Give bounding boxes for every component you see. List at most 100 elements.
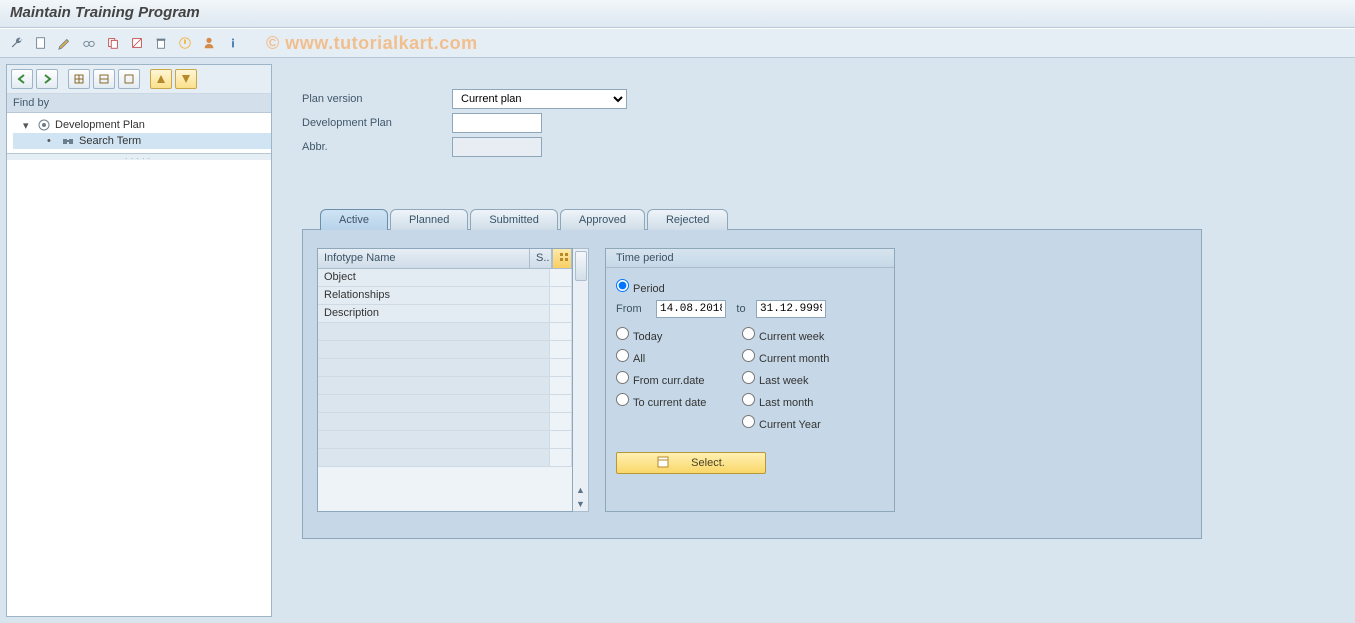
grid-cell-s (550, 341, 572, 359)
plan-node-icon (37, 118, 51, 132)
development-plan-input[interactable] (452, 113, 542, 133)
tab-approved[interactable]: Approved (560, 209, 645, 230)
grid-row[interactable] (318, 377, 572, 395)
tabstrip: Active Planned Submitted Approved Reject… (302, 208, 1202, 229)
grid-cell-s (550, 395, 572, 413)
grid-row[interactable] (318, 431, 572, 449)
grid-header-status[interactable]: S.. (530, 249, 552, 269)
tree-child-label: Search Term (79, 135, 141, 147)
wrench-icon[interactable] (6, 32, 28, 54)
radio-label: Last month (759, 397, 813, 409)
grid-row[interactable] (318, 359, 572, 377)
select-button-label: Select. (691, 457, 725, 469)
grid-scrollbar[interactable]: ▲ ▼ (573, 248, 589, 512)
to-label: to (732, 303, 750, 315)
delimit-icon[interactable] (126, 32, 148, 54)
tree-expander-icon[interactable]: ▾ (23, 119, 33, 132)
grid-cell: Relationships (318, 287, 550, 305)
grid-cell-s (550, 305, 572, 323)
nav-forward-icon[interactable] (36, 69, 58, 89)
to-date-input[interactable] (756, 300, 826, 318)
overview-icon[interactable] (174, 32, 196, 54)
grid-row[interactable] (318, 413, 572, 431)
main-toolbar: © www.tutorialkart.com (0, 28, 1355, 58)
tab-rejected[interactable]: Rejected (647, 209, 728, 230)
radio-current-week[interactable]: Current week (742, 327, 824, 343)
expand-icon[interactable] (175, 69, 197, 89)
time-period-title: Time period (606, 249, 894, 268)
grid-row[interactable] (318, 449, 572, 467)
grid-cell-s (550, 287, 572, 305)
radio-label: All (633, 353, 645, 365)
grid-cell (318, 395, 550, 413)
grid-cell-s (550, 359, 572, 377)
select-button-icon (657, 456, 671, 471)
tree-root-development-plan[interactable]: ▾ Development Plan (13, 117, 271, 133)
tree-leaf-icon: • (47, 135, 57, 147)
sidebar-toolbar (7, 65, 271, 94)
radio-period[interactable]: Period (616, 279, 736, 295)
grid-cell (318, 323, 550, 341)
glasses-icon[interactable] (78, 32, 100, 54)
tab-active[interactable]: Active (320, 209, 388, 230)
tree-icon-3[interactable] (118, 69, 140, 89)
radio-from-curr-date[interactable]: From curr.date (616, 371, 736, 387)
grid-row[interactable]: Description (318, 305, 572, 323)
person-icon[interactable] (198, 32, 220, 54)
collapse-icon[interactable] (150, 69, 172, 89)
tab-planned[interactable]: Planned (390, 209, 468, 230)
grid-row[interactable] (318, 341, 572, 359)
tab-submitted[interactable]: Submitted (470, 209, 558, 230)
radio-current-month[interactable]: Current month (742, 349, 829, 365)
plan-version-select[interactable]: Current plan (452, 89, 627, 109)
grid-row[interactable] (318, 395, 572, 413)
info-icon[interactable] (222, 32, 244, 54)
from-date-input[interactable] (656, 300, 726, 318)
grid-body: Object Relationships Description (318, 269, 572, 467)
grid-cell (318, 341, 550, 359)
grid-settings-icon[interactable] (552, 249, 572, 269)
grid-cell: Object (318, 269, 550, 287)
new-icon[interactable] (30, 32, 52, 54)
tree-child-search-term[interactable]: • Search Term (13, 133, 271, 149)
grid-cell-s (550, 323, 572, 341)
abbr-label: Abbr. (302, 141, 452, 153)
grid-cell (318, 413, 550, 431)
nav-back-icon[interactable] (11, 69, 33, 89)
radio-current-year[interactable]: Current Year (742, 415, 821, 431)
scroll-thumb[interactable] (575, 251, 587, 281)
scroll-up-icon[interactable]: ▲ (576, 483, 585, 497)
radio-label: From curr.date (633, 375, 705, 387)
infotype-grid-wrap: Infotype Name S.. Object Relationships D… (317, 248, 589, 512)
radio-label: Current month (759, 353, 829, 365)
grid-row[interactable]: Relationships (318, 287, 572, 305)
grid-cell: Description (318, 305, 550, 323)
find-by-label: Find by (7, 94, 271, 113)
grid-row[interactable] (318, 323, 572, 341)
delete-icon[interactable] (150, 32, 172, 54)
grid-cell-s (550, 269, 572, 287)
edit-icon[interactable] (54, 32, 76, 54)
radio-label: Today (633, 331, 662, 343)
page-title: Maintain Training Program (0, 0, 1355, 28)
copy-icon[interactable] (102, 32, 124, 54)
abbr-input (452, 137, 542, 157)
tree-icon-2[interactable] (93, 69, 115, 89)
radio-last-month[interactable]: Last month (742, 393, 813, 409)
radio-last-week[interactable]: Last week (742, 371, 809, 387)
nav-tree: ▾ Development Plan • Search Term (7, 113, 271, 154)
select-button[interactable]: Select. (616, 452, 766, 474)
tree-root-label: Development Plan (55, 119, 145, 131)
tree-icon-1[interactable] (68, 69, 90, 89)
grid-cell (318, 359, 550, 377)
scroll-down-icon[interactable]: ▼ (576, 497, 585, 511)
grid-header-infotype[interactable]: Infotype Name (318, 249, 530, 269)
grid-cell-s (550, 413, 572, 431)
tab-panel-active: Infotype Name S.. Object Relationships D… (302, 229, 1202, 539)
radio-today[interactable]: Today (616, 327, 736, 343)
radio-all[interactable]: All (616, 349, 736, 365)
radio-to-current-date[interactable]: To current date (616, 393, 736, 409)
grid-row[interactable]: Object (318, 269, 572, 287)
time-period-group: Time period Period From to (605, 248, 895, 512)
tabs-container: Active Planned Submitted Approved Reject… (302, 208, 1202, 539)
